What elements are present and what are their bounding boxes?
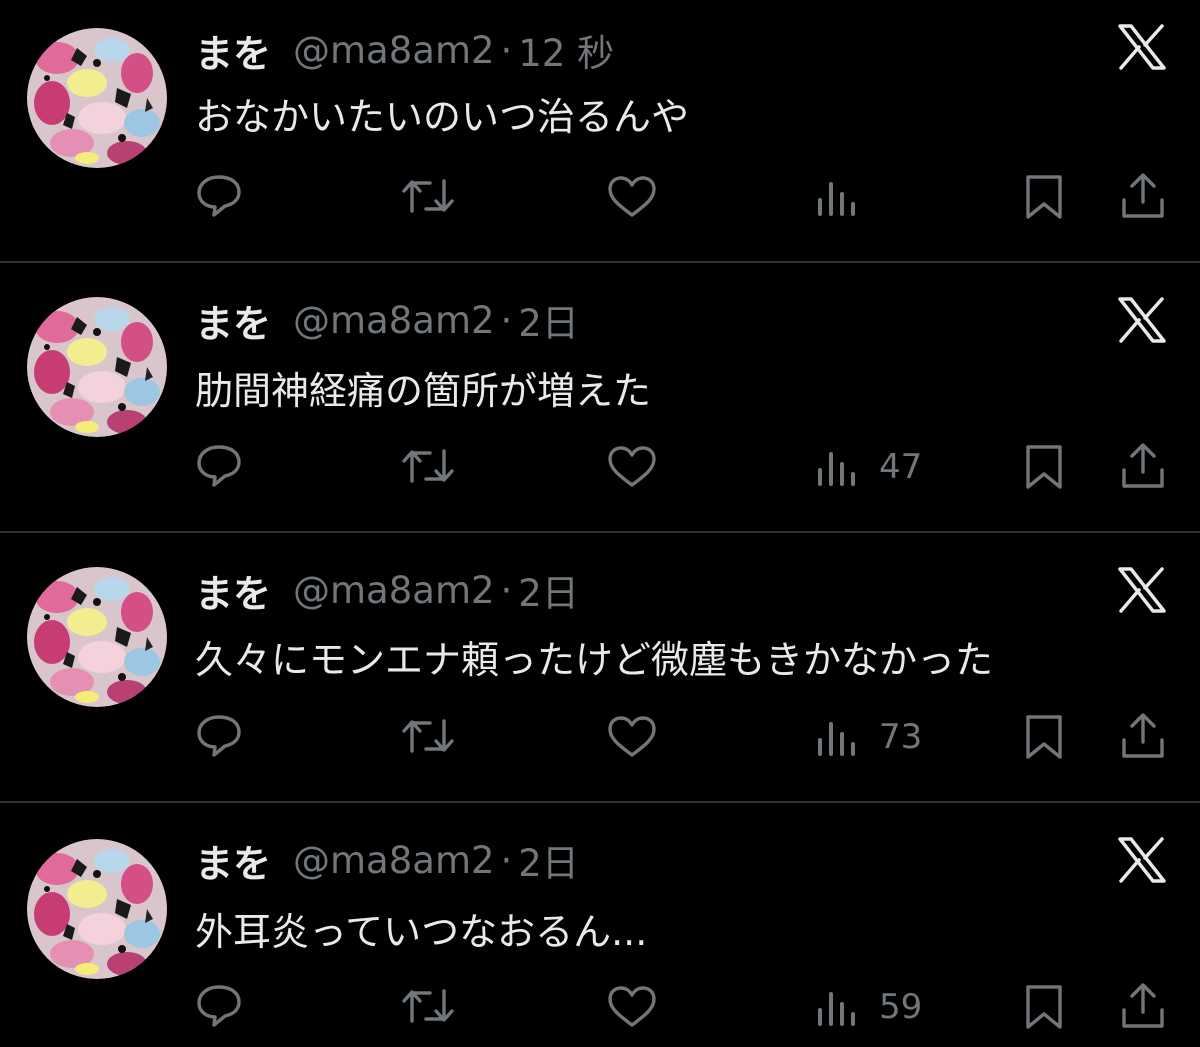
share-icon xyxy=(1122,173,1164,218)
share-icon xyxy=(1122,443,1164,488)
views-icon xyxy=(818,722,855,756)
share-icon xyxy=(1122,713,1164,758)
avatar[interactable] xyxy=(27,297,167,437)
share-button[interactable] xyxy=(1120,442,1166,490)
avatar[interactable] xyxy=(27,28,167,168)
views-count: 73 xyxy=(879,717,923,757)
share-icon xyxy=(1122,983,1164,1028)
retweet-button[interactable] xyxy=(400,175,456,217)
retweet-button[interactable] xyxy=(400,985,456,1027)
bookmark-button[interactable] xyxy=(1023,984,1065,1030)
views-button[interactable]: 59 xyxy=(817,987,922,1027)
reply-icon xyxy=(197,715,241,757)
views-count: 47 xyxy=(879,447,923,487)
tweet-text: 外耳炎っていつなおるん... xyxy=(195,910,648,954)
x-logo-icon xyxy=(1118,567,1166,613)
tweet-text: 肋間神経痛の箇所が増えた xyxy=(195,369,652,413)
reply-button[interactable] xyxy=(194,983,244,1029)
like-button[interactable] xyxy=(606,715,658,759)
retweet-button[interactable] xyxy=(400,715,456,757)
tweet[interactable]: まを @ma8am2 · 2日 久々にモンエナ頼ったけど微塵もきかなかった 73 xyxy=(0,533,1200,801)
reply-button[interactable] xyxy=(194,173,244,219)
retweet-button[interactable] xyxy=(400,445,456,487)
avatar[interactable] xyxy=(27,567,167,707)
bookmark-icon xyxy=(1026,715,1062,759)
tweet-header: まを @ma8am2 · 12 秒 xyxy=(195,23,614,78)
tweet-header: まを @ma8am2 · 2日 xyxy=(195,833,579,888)
like-icon xyxy=(608,446,656,487)
reply-button[interactable] xyxy=(194,713,244,759)
bookmark-icon xyxy=(1026,445,1062,489)
views-count: 59 xyxy=(879,987,923,1027)
separator-dot: · xyxy=(500,28,513,72)
x-logo-icon xyxy=(1118,837,1166,883)
retweet-icon xyxy=(402,179,454,213)
tweet-text: 久々にモンエナ頼ったけど微塵もきかなかった xyxy=(195,638,994,682)
views-icon xyxy=(818,992,855,1026)
like-icon xyxy=(608,986,656,1027)
tweet[interactable]: まを @ma8am2 · 2日 肋間神経痛の箇所が増えた 47 xyxy=(0,263,1200,531)
retweet-icon xyxy=(402,989,454,1023)
tweet[interactable]: まを @ma8am2 · 12 秒 おなかいたいのいつ治るんや xyxy=(0,0,1200,262)
separator-dot: · xyxy=(500,568,513,612)
display-name[interactable]: まを xyxy=(195,563,271,618)
timestamp[interactable]: 2日 xyxy=(518,833,579,887)
display-name[interactable]: まを xyxy=(195,293,271,348)
tweet-text: おなかいたいのいつ治るんや xyxy=(195,95,690,139)
like-icon xyxy=(608,716,656,757)
reply-icon xyxy=(197,985,241,1027)
like-button[interactable] xyxy=(606,445,658,489)
views-button[interactable]: 47 xyxy=(817,447,922,487)
timestamp[interactable]: 2日 xyxy=(518,563,579,617)
share-button[interactable] xyxy=(1120,982,1166,1030)
bookmark-button[interactable] xyxy=(1023,714,1065,760)
timestamp[interactable]: 12 秒 xyxy=(518,23,614,77)
separator-dot: · xyxy=(500,298,513,342)
user-handle[interactable]: @ma8am2 xyxy=(293,299,495,342)
separator-dot: · xyxy=(500,838,513,882)
retweet-icon xyxy=(402,449,454,483)
bookmark-icon xyxy=(1026,175,1062,219)
like-button[interactable] xyxy=(606,175,658,219)
views-icon xyxy=(818,452,855,486)
bookmark-icon xyxy=(1026,985,1062,1029)
views-button[interactable] xyxy=(817,178,879,216)
tweet-header: まを @ma8am2 · 2日 xyxy=(195,563,579,618)
tweet[interactable]: まを @ma8am2 · 2日 外耳炎っていつなおるん... 59 xyxy=(0,803,1200,1047)
views-icon xyxy=(818,182,855,216)
x-logo-icon xyxy=(1118,24,1166,70)
bookmark-button[interactable] xyxy=(1023,174,1065,220)
tweet-header: まを @ma8am2 · 2日 xyxy=(195,293,579,348)
display-name[interactable]: まを xyxy=(195,833,271,888)
retweet-icon xyxy=(402,719,454,753)
x-logo-icon xyxy=(1118,297,1166,343)
user-handle[interactable]: @ma8am2 xyxy=(293,569,495,612)
reply-button[interactable] xyxy=(194,443,244,489)
bookmark-button[interactable] xyxy=(1023,444,1065,490)
timestamp[interactable]: 2日 xyxy=(518,293,579,347)
like-icon xyxy=(608,176,656,217)
avatar[interactable] xyxy=(27,839,167,979)
reply-icon xyxy=(197,175,241,217)
views-button[interactable]: 73 xyxy=(817,717,922,757)
reply-icon xyxy=(197,445,241,487)
user-handle[interactable]: @ma8am2 xyxy=(293,29,495,72)
like-button[interactable] xyxy=(606,985,658,1029)
share-button[interactable] xyxy=(1120,172,1166,220)
share-button[interactable] xyxy=(1120,712,1166,760)
display-name[interactable]: まを xyxy=(195,23,271,78)
user-handle[interactable]: @ma8am2 xyxy=(293,839,495,882)
